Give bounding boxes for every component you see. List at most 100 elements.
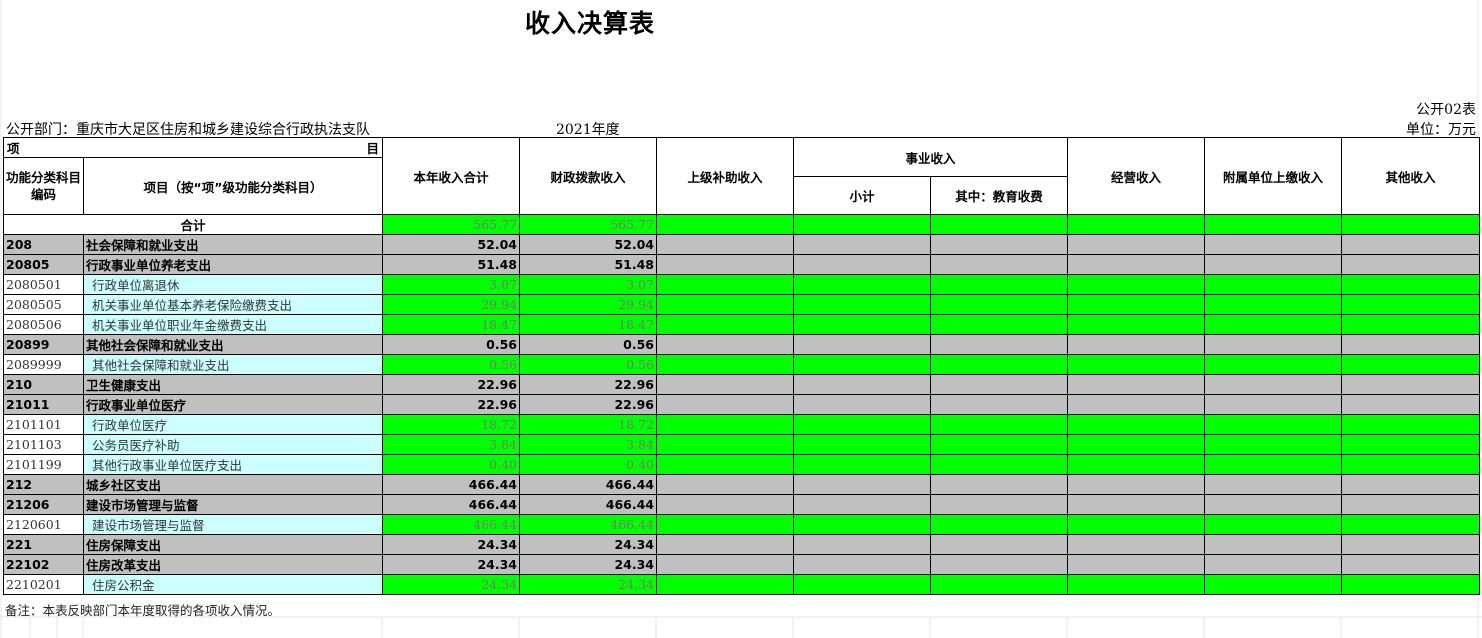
footnote: 备注：本表反映部门本年度取得的各项收入情况。 [5,603,281,618]
mu-label: 目 [366,141,379,156]
row-code: 2080506 [3,314,84,335]
empty-cell [1067,314,1206,335]
row-name: 行政单位医疗 [83,414,383,435]
empty-cell [929,294,1069,315]
empty-cell [929,254,1069,275]
row-name: 社会保障和就业支出 [83,234,383,255]
empty-cell [1204,514,1343,535]
empty-cell [1341,274,1481,295]
affiliated-header: 附属单位上缴收入 [1204,137,1343,215]
empty-cell [929,234,1069,255]
row-fiscal: 3.07 [519,274,657,295]
table-row: 21206 建设市场管理与监督 466.44 466.44 [3,494,1481,515]
row-fiscal: 29.94 [519,294,657,315]
empty-cell [1067,454,1206,475]
header-row-1: 项 目 本年收入合计 财政拨款收入 上级补助收入 事业收入 经营收入 附属单位上… [3,137,1481,215]
education-header: 其中：教育收费 [929,176,1069,215]
empty-cell [656,414,794,435]
empty-cell [656,354,794,375]
empty-cell [1204,234,1343,255]
fiscal-year: 2021年度 [556,122,620,138]
empty-cell [1067,414,1206,435]
empty-cell [793,314,931,335]
empty-cell [1204,294,1343,315]
empty-cell [1204,554,1343,575]
empty-cell [656,234,794,255]
table-row: 20899 其他社会保障和就业支出 0.56 0.56 [3,334,1481,355]
empty-cell [793,554,931,575]
xiang-mu-header: 项 目 [3,137,383,158]
empty-cell [929,434,1069,455]
empty-cell [1204,214,1343,235]
empty-cell [1341,474,1481,495]
empty-cell [1067,474,1206,495]
empty-cell [1341,534,1481,555]
table-row: 2120601 建设市场管理与监督 466.44 466.44 [3,514,1481,535]
fiscal-header: 财政拨款收入 [519,137,657,215]
empty-cell [929,374,1069,395]
table-row: 20805 行政事业单位养老支出 51.48 51.48 [3,254,1481,275]
empty-cell [1067,534,1206,555]
row-fiscal: 51.48 [519,254,657,275]
code-col-header: 功能分类科目编码 [3,157,84,215]
empty-cell [1067,334,1206,355]
row-name: 住房改革支出 [83,554,383,575]
empty-cell [1341,234,1481,255]
empty-cell [656,514,794,535]
empty-cell [1067,214,1206,235]
empty-cell [793,454,931,475]
table-row: 2080506 机关事业单位职业年金缴费支出 18.47 18.47 [3,314,1481,335]
empty-cell [1204,334,1343,355]
empty-cell [656,294,794,315]
row-total-income: 22.96 [382,374,520,395]
income-table: 项 目 本年收入合计 财政拨款收入 上级补助收入 事业收入 经营收入 附属单位上… [3,137,1481,595]
empty-cell [1204,494,1343,515]
empty-cell [1341,214,1481,235]
row-code: 2210201 [3,574,84,595]
row-fiscal: 24.34 [519,534,657,555]
report-title: 收入决算表 [524,9,655,38]
department-label: 公开部门：重庆市大足区住房和城乡建设综合行政执法支队 [6,122,370,138]
row-code: 2120601 [3,514,84,535]
empty-cell [793,534,931,555]
empty-cell [1204,354,1343,375]
empty-cell [1067,574,1206,595]
unit-label: 单位：万元 [1406,122,1476,138]
empty-cell [1067,294,1206,315]
row-code: 2101101 [3,414,84,435]
row-total-income: 51.48 [382,254,520,275]
empty-cell [1341,334,1481,355]
row-code: 208 [3,234,84,255]
row-total-income: 0.56 [382,354,520,375]
row-total-income: 18.47 [382,314,520,335]
empty-cell [1204,574,1343,595]
empty-cell [1067,554,1206,575]
empty-cell [1204,374,1343,395]
table-row: 212 城乡社区支出 466.44 466.44 [3,474,1481,495]
empty-cell [656,494,794,515]
empty-cell [1341,454,1481,475]
empty-cell [929,554,1069,575]
table-row: 221 住房保障支出 24.34 24.34 [3,534,1481,555]
row-fiscal: 24.34 [519,554,657,575]
empty-cell [656,374,794,395]
empty-cell [793,254,931,275]
empty-cell [793,414,931,435]
row-name: 住房公积金 [83,574,383,595]
row-code: 210 [3,374,84,395]
row-name: 卫生健康支出 [83,374,383,395]
empty-cell [929,514,1069,535]
empty-cell [929,574,1069,595]
total-row: 合计 565.77 565.77 [3,214,1481,235]
empty-cell [656,574,794,595]
empty-cell [1204,474,1343,495]
name-col-header: 项目（按“项”级功能分类科目） [83,157,383,215]
empty-cell [1341,514,1481,535]
row-total-income: 466.44 [382,494,520,515]
empty-cell [1341,434,1481,455]
empty-cell [929,414,1069,435]
form-number: 公开02表 [1416,102,1476,118]
row-name: 行政单位离退休 [83,274,383,295]
empty-cell [793,334,931,355]
empty-cell [656,394,794,415]
